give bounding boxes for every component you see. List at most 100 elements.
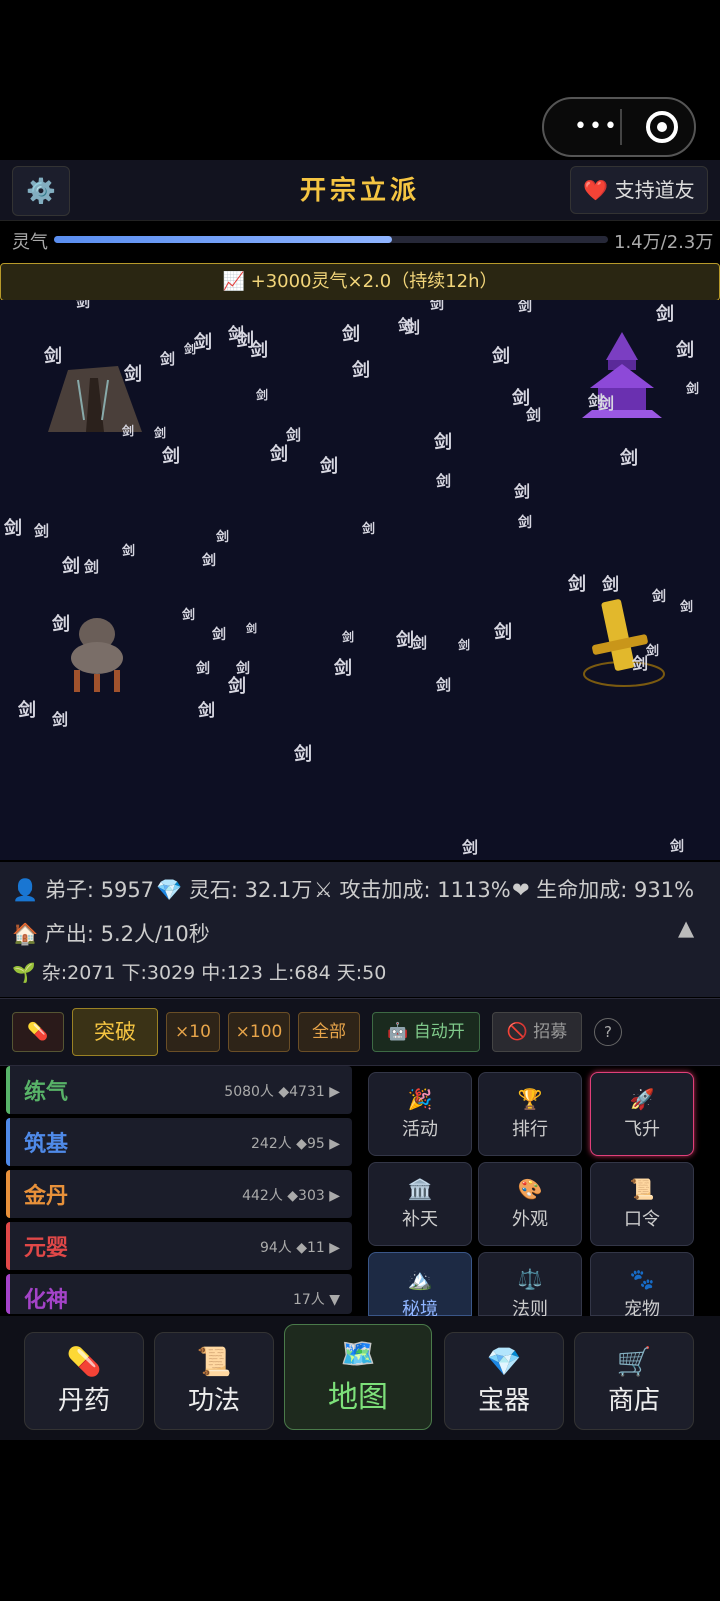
auto-open-button[interactable]: 🤖 自动开 <box>372 1012 480 1052</box>
action-row: 💊 突破 ×10 ×100 全部 🤖 自动开 🚫 招募 ? <box>0 998 720 1066</box>
buff-banner[interactable]: 📈 +3000灵气×2.0（持续12h） <box>0 263 720 301</box>
sword-disciple-icon: 剑 <box>294 744 312 765</box>
attack-bonus: 攻击加成: 1113% <box>339 878 511 902</box>
grid-button[interactable]: 📜 口令 <box>590 1162 694 1246</box>
house-icon: 🏠 <box>12 922 39 946</box>
nav-button[interactable]: 💎 宝器 <box>444 1332 564 1430</box>
sword-disciple-icon: 剑 <box>250 340 268 361</box>
grid-icon: 🏛️ <box>407 1177 433 1201</box>
realm-name: 化神 <box>24 1288 69 1313</box>
pill-button[interactable]: 💊 <box>12 1012 64 1052</box>
sword-disciple-icon: 剑 <box>518 300 532 315</box>
sword-disciple-icon: 剑 <box>518 515 532 531</box>
sword-disciple-icon: 剑 <box>256 388 269 402</box>
grid-label: 飞升 <box>624 1119 660 1140</box>
support-button[interactable]: ❤️ 支持道友 <box>570 166 708 214</box>
collapse-toggle-icon[interactable]: ▲ <box>678 916 694 940</box>
prohibited-icon: 🚫 <box>506 1022 528 1042</box>
breakthrough-button[interactable]: 突破 <box>72 1008 158 1056</box>
realm-name: 元婴 <box>24 1236 69 1261</box>
grid-icon: 📜 <box>629 1177 655 1201</box>
realm-name: 练气 <box>24 1080 69 1105</box>
grid-label: 补天 <box>402 1209 438 1230</box>
all-button[interactable]: 全部 <box>298 1012 360 1052</box>
grid-button[interactable]: 🎉 活动 <box>368 1072 472 1156</box>
sword-disciple-icon: 剑 <box>194 332 212 353</box>
times-10-button[interactable]: ×10 <box>166 1012 220 1052</box>
sword-disciple-icon: 剑 <box>526 406 542 424</box>
cauldron-building-icon[interactable] <box>64 612 130 694</box>
grid-button[interactable]: 🎨 外观 <box>478 1162 582 1246</box>
nav-icon: 🗺️ <box>340 1337 376 1370</box>
realm-info: 242人 ◆95 ▶ <box>251 1136 340 1152</box>
support-label: 支持道友 <box>614 178 695 202</box>
diamond-icon: 💎 <box>156 878 183 902</box>
sword-disciple-icon: 剑 <box>122 424 135 438</box>
lingqi-label: 灵气 <box>12 232 48 253</box>
talent-grades: 杂:2071 下:3029 中:123 上:684 天:50 <box>41 962 387 984</box>
realm-row[interactable]: 金丹 442人 ◆303 ▶ <box>6 1170 352 1218</box>
sword-disciple-icon: 剑 <box>434 432 452 453</box>
realm-row[interactable]: 练气 5080人 ◆4731 ▶ <box>6 1066 352 1114</box>
sword-disciple-icon: 剑 <box>632 654 649 673</box>
nav-button[interactable]: 📜 功法 <box>154 1332 274 1430</box>
nav-button[interactable]: 🗺️ 地图 <box>284 1324 432 1430</box>
grid-button[interactable]: 🐾 宠物 <box>590 1252 694 1320</box>
lingqi-progress-bar <box>54 236 608 243</box>
nav-label: 丹药 <box>57 1386 110 1416</box>
sword-disciple-icon: 剑 <box>124 364 142 385</box>
sword-disciple-icon: 剑 <box>122 544 136 559</box>
grid-icon: 🏔️ <box>407 1267 433 1291</box>
realm-row[interactable]: 元婴 94人 ◆11 ▶ <box>6 1222 352 1270</box>
spirit-stones: 灵石: 32.1万 <box>188 878 313 902</box>
robot-icon: 🤖 <box>387 1022 409 1042</box>
sword-disciple-icon: 剑 <box>34 522 50 540</box>
sword-disciple-icon: 剑 <box>286 426 302 444</box>
grid-button[interactable]: ⚖️ 法则 <box>478 1252 582 1320</box>
nav-icon: 💎 <box>486 1345 522 1378</box>
grid-label: 外观 <box>512 1209 548 1230</box>
sword-disciple-icon: 剑 <box>154 426 167 440</box>
sword-disciple-icon: 剑 <box>436 472 452 490</box>
recruit-button[interactable]: 🚫 招募 <box>492 1012 582 1052</box>
heart-icon: ❤️ <box>583 178 609 202</box>
close-target-icon[interactable] <box>646 111 678 143</box>
times-100-button[interactable]: ×100 <box>228 1012 290 1052</box>
realm-name: 筑基 <box>24 1132 69 1157</box>
sword-disciple-icon: 剑 <box>202 553 216 569</box>
nav-icon: 🛒 <box>616 1345 652 1378</box>
sword-disciple-icon: 剑 <box>162 446 180 467</box>
grid-button[interactable]: 🏔️ 秘境 <box>368 1252 472 1320</box>
sword-disciple-icon: 剑 <box>342 630 355 644</box>
nav-button[interactable]: 💊 丹药 <box>24 1332 144 1430</box>
nav-icon: 💊 <box>66 1345 102 1378</box>
sword-disciple-icon: 剑 <box>652 589 666 605</box>
more-dots-icon[interactable]: ••• <box>574 116 619 138</box>
pill-icon: 💊 <box>27 1022 49 1042</box>
grid-label: 排行 <box>512 1119 548 1140</box>
grid-button[interactable]: 🏛️ 补天 <box>368 1162 472 1246</box>
sword-disciple-icon: 剑 <box>216 530 230 545</box>
grid-icon: 🎉 <box>407 1087 433 1111</box>
realm-row[interactable]: 筑基 242人 ◆95 ▶ <box>6 1118 352 1166</box>
realm-row[interactable]: 化神 17人 ▼ <box>6 1274 352 1314</box>
grid-button[interactable]: 🚀 飞升 <box>590 1072 694 1156</box>
trend-chart-icon: 📈 <box>222 271 245 292</box>
grid-button[interactable]: 🏆 排行 <box>478 1072 582 1156</box>
realm-info: 94人 ◆11 ▶ <box>259 1240 340 1256</box>
recruit-label: 招募 <box>533 1022 568 1042</box>
grid-icon: ⚖️ <box>517 1267 543 1291</box>
sword-disciple-icon: 剑 <box>334 658 352 679</box>
sword-disciple-icon: 剑 <box>458 638 471 652</box>
sword-disciple-icon: 剑 <box>514 482 531 501</box>
sword-disciple-icon: 剑 <box>676 340 694 361</box>
nav-icon: 📜 <box>196 1345 232 1378</box>
sword-disciple-icon: 剑 <box>620 448 638 469</box>
sprout-icon: 🌱 <box>12 962 36 984</box>
sword-disciple-icon: 剑 <box>198 701 215 721</box>
help-button[interactable]: ? <box>594 1018 622 1046</box>
grid-label: 活动 <box>402 1119 438 1140</box>
sect-map[interactable]: 剑剑剑剑剑剑剑剑剑剑剑剑剑剑剑剑剑剑剑剑剑剑剑剑剑剑剑剑剑剑剑剑剑剑剑剑剑剑剑剑… <box>0 300 720 860</box>
nav-button[interactable]: 🛒 商店 <box>574 1332 694 1430</box>
sword-disciple-icon: 剑 <box>412 634 428 652</box>
